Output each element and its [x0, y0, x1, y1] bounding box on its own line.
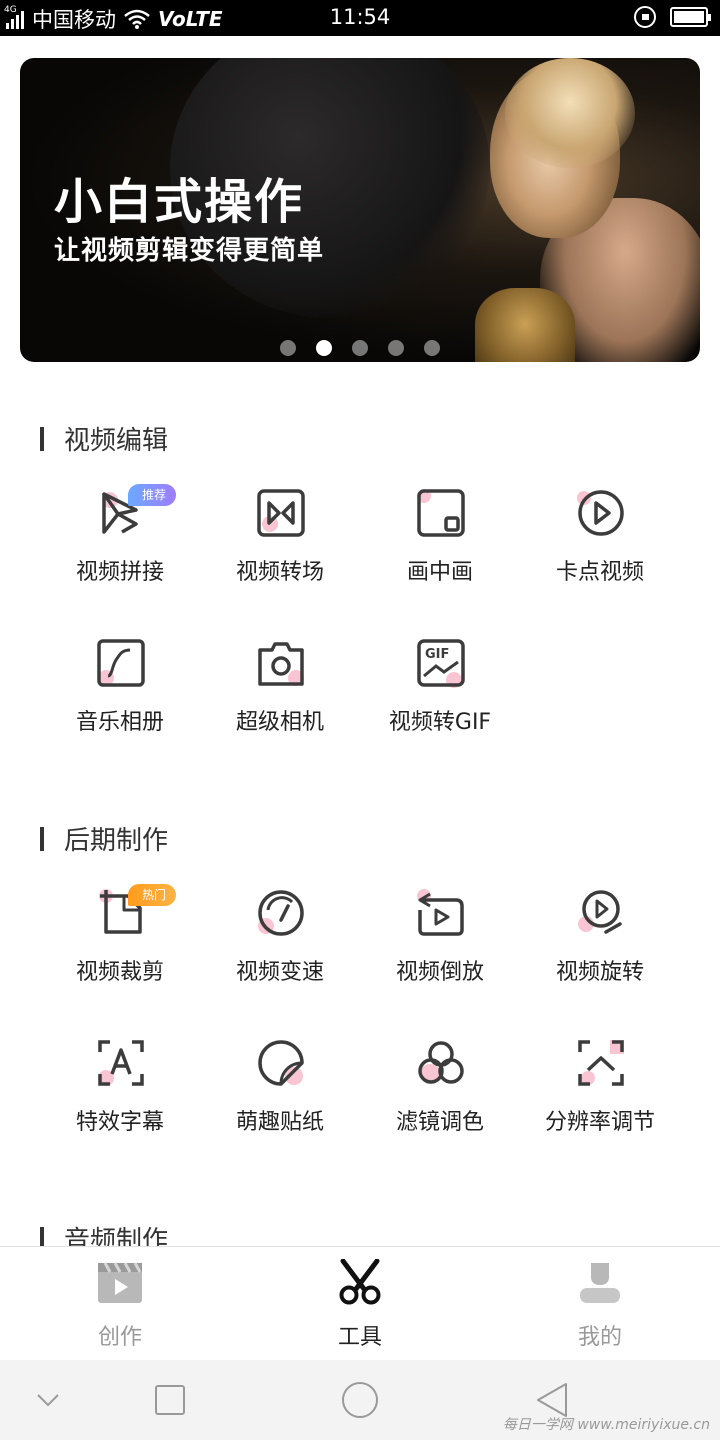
section-title-video-edit: 视频编辑 [40, 420, 168, 457]
camera-icon [258, 642, 304, 686]
status-time: 11:54 [329, 5, 391, 29]
rotate-play-icon [578, 890, 622, 934]
tool-label: 视频转GIF [388, 710, 492, 735]
tool-label: 萌趣贴纸 [235, 1110, 324, 1135]
nav-label: 创作 [97, 1325, 142, 1350]
watermark: 每日一学网 www.meiriyixue.cn [502, 1417, 710, 1433]
tool-effect-subtitle[interactable]: 特效字幕 [40, 1038, 200, 1158]
tool-music-album[interactable]: 音乐相册 [40, 638, 200, 758]
tool-label: 特效字幕 [75, 1110, 164, 1135]
tool-label: 卡点视频 [555, 560, 644, 585]
system-navigation-bar: 每日一学网 www.meiriyixue.cn [0, 1360, 720, 1440]
nav-tab-create[interactable]: 创作 [0, 1259, 240, 1355]
gif-icon: GIF [417, 639, 465, 688]
tool-filter-color[interactable]: 滤镜调色 [360, 1038, 520, 1158]
tool-label: 视频旋转 [555, 960, 644, 985]
tool-picture-in-picture[interactable]: 画中画 [360, 488, 520, 608]
picture-in-picture-icon [417, 489, 465, 537]
battery-icon [670, 7, 711, 27]
tool-video-splice[interactable]: 推荐 视频拼接 [40, 484, 200, 608]
scissors-icon [339, 1259, 381, 1305]
nav-tab-mine[interactable]: 我的 [480, 1259, 720, 1355]
profile-icon [580, 1263, 620, 1303]
banner-model-hair [505, 58, 635, 168]
recommended-badge: 推荐 [128, 484, 177, 506]
subtitle-icon [98, 1040, 144, 1086]
sticker-icon [258, 1040, 304, 1086]
tool-label: 分辨率调节 [544, 1110, 655, 1135]
hot-badge: 热门 [128, 884, 177, 906]
tool-video-rotate[interactable]: 视频旋转 [520, 888, 680, 1008]
tool-label: 音乐相册 [75, 710, 164, 735]
tool-label: 视频转场 [235, 560, 324, 585]
resolution-icon [578, 1040, 624, 1086]
tool-video-to-gif[interactable]: GIF 视频转GIF [360, 638, 520, 758]
tool-resolution[interactable]: 分辨率调节 [520, 1038, 680, 1158]
banner-carousel[interactable]: 小白式操作 让视频剪辑变得更简单 [20, 58, 700, 362]
tool-video-speed[interactable]: 视频变速 [200, 888, 360, 1008]
section-title-post-production: 后期制作 [40, 820, 168, 857]
nav-tab-tools[interactable]: 工具 [240, 1259, 480, 1355]
banner-title: 小白式操作 [54, 174, 305, 230]
rotation-lock-icon [634, 6, 656, 28]
svg-text:GIF: GIF [425, 647, 449, 662]
carousel-indicator [20, 340, 700, 356]
status-bar: 4G 中国移动 VoLTE 11:54 [0, 0, 720, 36]
clapperboard-icon [98, 1262, 142, 1303]
carousel-dot[interactable] [388, 340, 404, 356]
tool-fun-sticker[interactable]: 萌趣贴纸 [200, 1038, 360, 1158]
tool-label: 视频拼接 [75, 560, 164, 585]
tool-label: 视频倒放 [395, 960, 484, 985]
bottom-navigation: 创作 工具 我的 [0, 1246, 720, 1360]
reverse-play-icon [417, 889, 464, 936]
tool-beat-video[interactable]: 卡点视频 [520, 488, 680, 608]
tool-label: 滤镜调色 [395, 1110, 484, 1135]
tool-video-transition[interactable]: 视频转场 [200, 488, 360, 608]
tool-label: 视频裁剪 [75, 960, 164, 985]
hide-nav-icon[interactable] [28, 1380, 68, 1420]
tool-super-camera[interactable]: 超级相机 [200, 638, 360, 758]
carousel-dot-active[interactable] [316, 340, 332, 356]
transition-icon [257, 489, 305, 537]
carousel-dot[interactable] [352, 340, 368, 356]
carousel-dot[interactable] [424, 340, 440, 356]
music-album-icon [97, 639, 145, 687]
carousel-dot[interactable] [280, 340, 296, 356]
tool-label: 视频变速 [235, 960, 324, 985]
nav-label: 工具 [337, 1325, 382, 1350]
nav-label: 我的 [577, 1325, 622, 1350]
tool-label: 超级相机 [235, 710, 324, 735]
home-icon[interactable] [340, 1380, 380, 1420]
banner-subtitle: 让视频剪辑变得更简单 [54, 236, 325, 266]
recent-apps-icon[interactable] [150, 1380, 190, 1420]
filter-icon [418, 1041, 464, 1084]
tool-video-reverse[interactable]: 视频倒放 [360, 888, 520, 1008]
tool-video-crop[interactable]: 热门 视频裁剪 [40, 884, 200, 1008]
beat-video-icon [577, 490, 624, 536]
speed-gauge-icon [258, 890, 304, 936]
tool-label: 画中画 [406, 560, 473, 585]
